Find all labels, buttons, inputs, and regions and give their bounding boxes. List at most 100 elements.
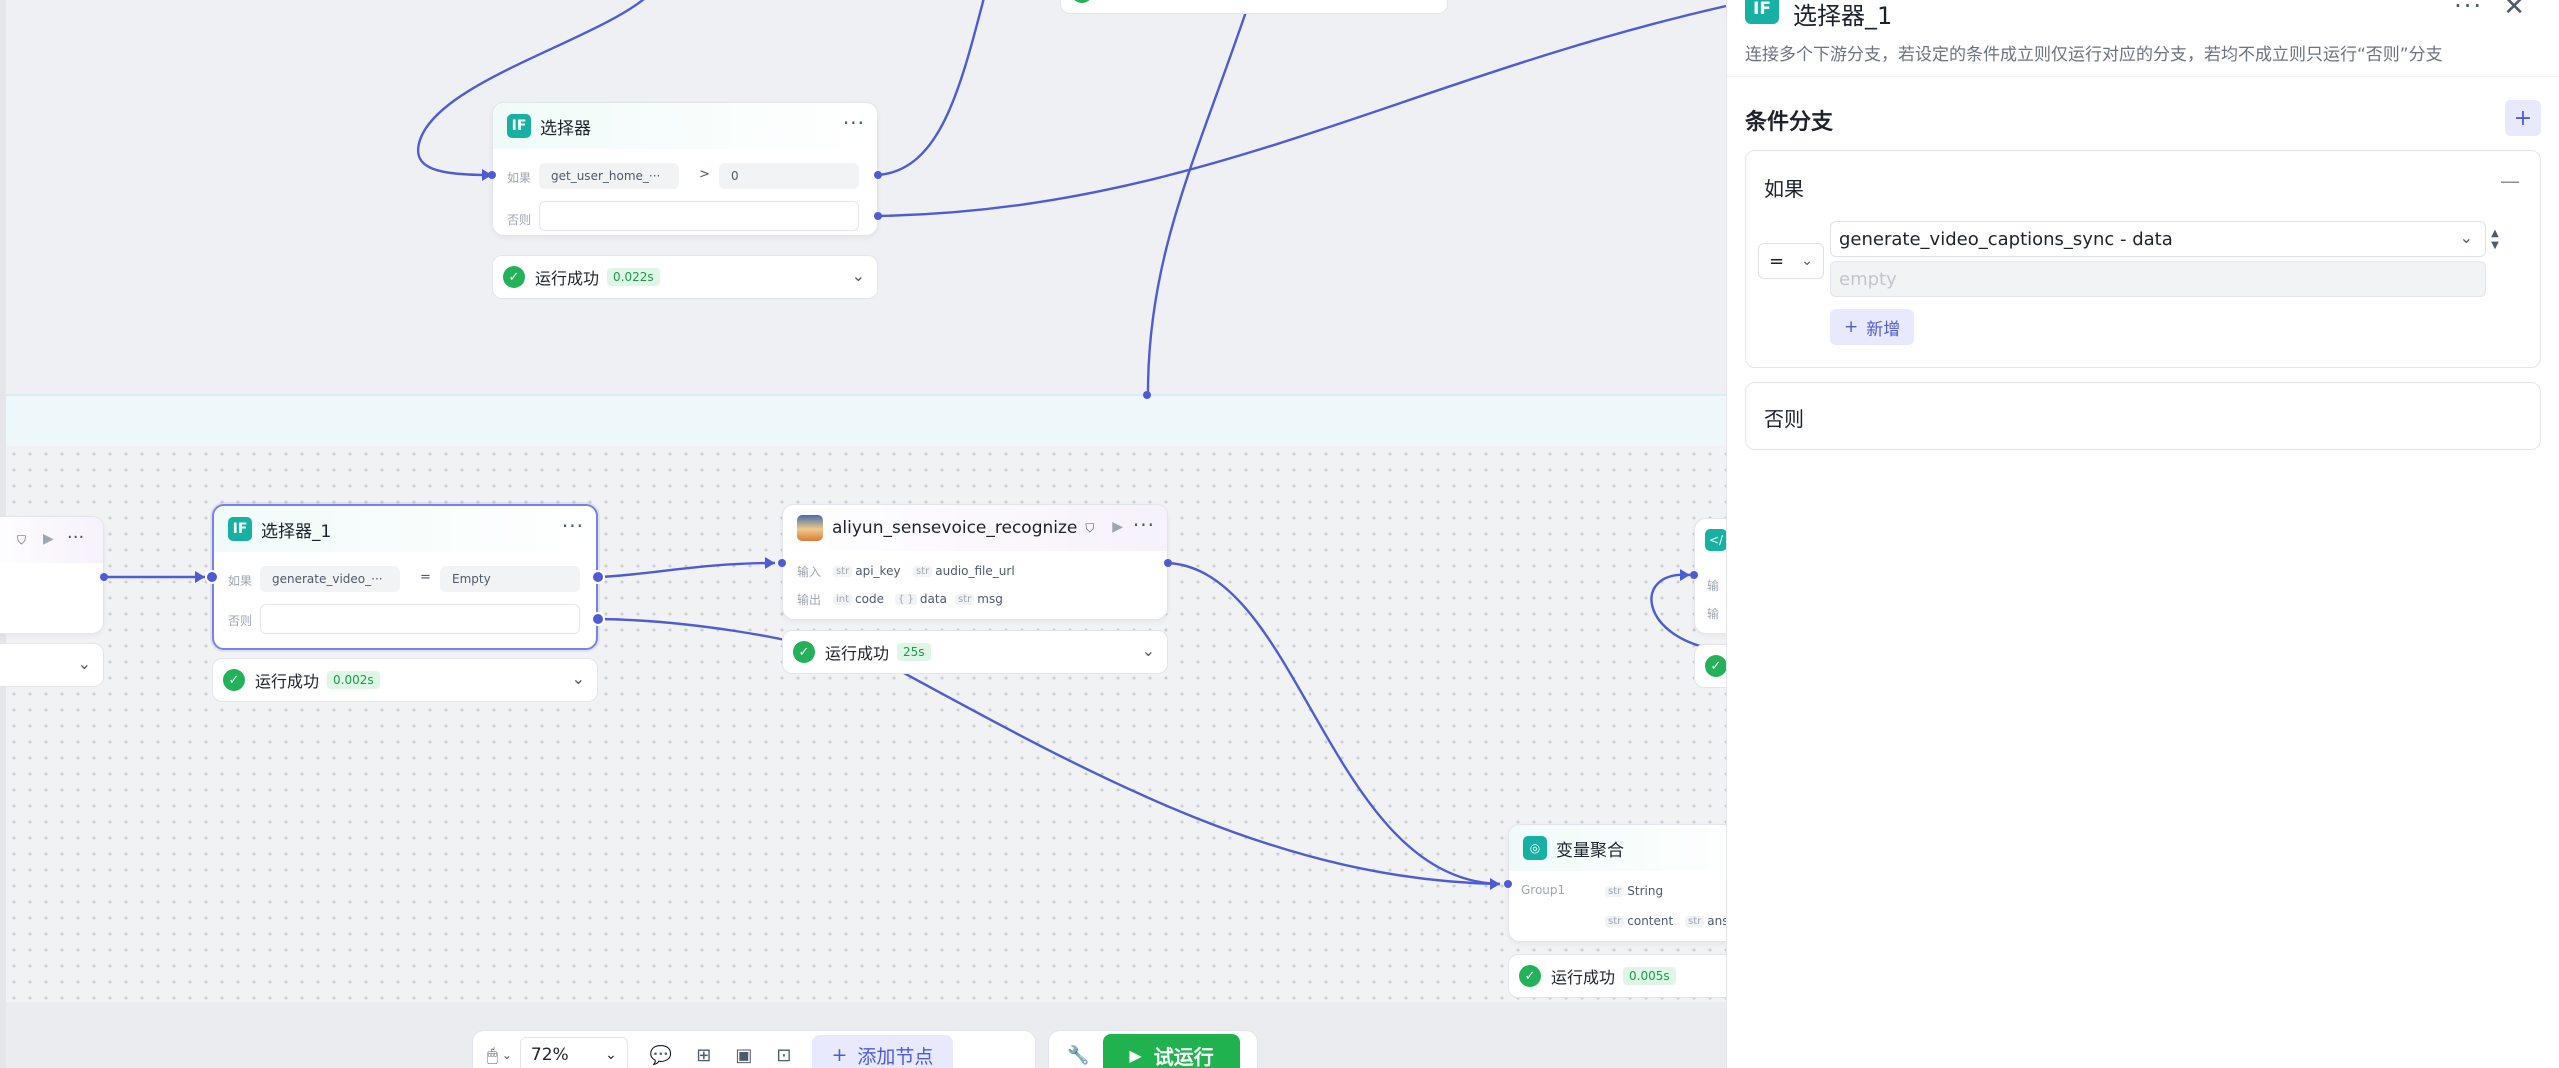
- check-circle-icon: ✓: [503, 266, 525, 288]
- operator-select[interactable]: = ⌄: [1758, 243, 1824, 279]
- condition-operator: =: [420, 570, 431, 585]
- edge-top-else-out: [877, 4, 1726, 218]
- play-icon[interactable]: ▶: [43, 531, 54, 547]
- minimap-icon[interactable]: ⊡: [776, 1045, 791, 1066]
- plus-icon: +: [1844, 317, 1859, 337]
- minus-icon[interactable]: —: [2500, 169, 2520, 193]
- run-status-bar[interactable]: ✓ 运行成功 0.022s ⌄: [492, 255, 878, 299]
- canvas-toolbar: 🖱 ⌄ 72% ⌄ 💬 ⊞ ▣ ⊡ + 添加节点: [472, 1030, 1036, 1068]
- play-icon[interactable]: ▶: [1112, 519, 1123, 535]
- node-header: aliyun_sensevoice_recognize ⛉: [783, 505, 1167, 551]
- zoom-select[interactable]: 72% ⌄: [519, 1037, 628, 1068]
- test-run-button[interactable]: ▶ 试运行: [1103, 1034, 1240, 1068]
- condition-value: 0: [719, 163, 859, 189]
- input-label: 输: [1707, 579, 1720, 593]
- aggregate-var: str String: [1605, 881, 1663, 901]
- more-icon[interactable]: ···: [67, 527, 84, 548]
- input-param: str audio_file_url: [913, 561, 1015, 581]
- node-title: aliyun_sensevoice_recognize: [832, 518, 1078, 538]
- if-icon: IF: [507, 114, 531, 138]
- selector-node[interactable]: IF 选择器 ··· 如果 get_user_home_··· > 0 否则: [492, 102, 878, 236]
- else-output-handle[interactable]: [591, 612, 605, 626]
- duration-badge: 0.022s: [607, 268, 660, 286]
- chevron-down-icon: ⌄: [1801, 253, 1813, 269]
- output-label: 输出: [797, 593, 822, 607]
- duration-badge: 0.002s: [327, 671, 380, 689]
- top-partial-status[interactable]: ✓: [1060, 0, 1448, 14]
- chevron-down-icon[interactable]: ⌄: [852, 266, 865, 285]
- loop-container-header: [6, 394, 1726, 446]
- aliyun-plugin-node[interactable]: aliyun_sensevoice_recognize ⛉ ▶ ··· 输入 s…: [782, 504, 1168, 620]
- add-condition-label: 新增: [1866, 319, 1901, 340]
- else-output-handle[interactable]: [874, 212, 882, 220]
- node-title: 选择器: [540, 118, 591, 139]
- variable-aggregate-node[interactable]: ◎ 变量聚合 Group1 str String str content str an…: [1508, 824, 1726, 942]
- more-icon[interactable]: ···: [1133, 513, 1155, 537]
- chevron-down-icon[interactable]: ⌄: [1142, 641, 1155, 660]
- variable-select[interactable]: generate_video_captions_sync - data ⌄ ▲ ▼: [1830, 221, 2499, 257]
- stepper-icon[interactable]: ▲ ▼: [2485, 222, 2505, 258]
- chevron-down-icon[interactable]: ⌄: [78, 654, 91, 673]
- output-handle[interactable]: [100, 573, 108, 581]
- node-settings-panel: IF 选择器_1 ··· ✕ 连接多个下游分支，若设定的条件成立则仅运行对应的分…: [1726, 0, 2559, 1068]
- more-icon[interactable]: ···: [2454, 0, 2483, 20]
- test-run-label: 试运行: [1153, 1044, 1214, 1068]
- if-branch-title: 如果: [1764, 177, 1804, 201]
- input-handle[interactable]: [488, 171, 496, 179]
- run-status-bar[interactable]: ✓ 运行成功 0.002s ⌄: [212, 658, 598, 702]
- zoom-value: 72%: [530, 1045, 569, 1065]
- chevron-down-icon: ⌄: [605, 1047, 617, 1063]
- condition-value: Empty: [440, 566, 580, 592]
- comment-icon[interactable]: 💬: [650, 1045, 672, 1066]
- plugin-image-icon: [797, 515, 823, 541]
- status-text: 运行成功: [825, 644, 890, 663]
- condition-value-input[interactable]: empty: [1830, 261, 2486, 297]
- input-handle[interactable]: [1690, 571, 1698, 579]
- output-param: str msg: [955, 589, 1003, 609]
- input-handle[interactable]: [205, 570, 219, 584]
- if-output-handle[interactable]: [591, 570, 605, 584]
- loop-entry-handle[interactable]: [1143, 391, 1151, 399]
- edge-loop-in: [1146, 0, 1252, 393]
- right-partial-status[interactable]: ✓: [1694, 644, 1726, 688]
- run-status-bar[interactable]: ✓ 运行成功 25s ⌄: [782, 630, 1168, 674]
- close-icon[interactable]: ✕: [2503, 0, 2525, 22]
- duration-badge: 25s: [897, 643, 931, 661]
- else-branch-title: 否则: [1764, 407, 1804, 431]
- check-circle-icon: ✓: [223, 669, 245, 691]
- panel-description: 连接多个下游分支，若设定的条件成立则仅运行对应的分支，若均不成立则只运行“否则”…: [1745, 45, 2443, 65]
- add-branch-button[interactable]: +: [2505, 100, 2541, 136]
- input-handle[interactable]: [1504, 880, 1512, 888]
- left-partial-node[interactable]: ⛉ ▶ ···: [0, 516, 104, 634]
- mouse-icon[interactable]: 🖱: [487, 1045, 498, 1066]
- right-partial-node[interactable]: </ 输 输: [1694, 518, 1726, 634]
- run-status-bar[interactable]: ✓ 运行成功 0.005s: [1508, 954, 1726, 998]
- wrench-icon[interactable]: 🔧: [1067, 1045, 1089, 1066]
- output-handle[interactable]: [1164, 559, 1172, 567]
- add-condition-button[interactable]: + 新增: [1830, 309, 1915, 345]
- panel-title[interactable]: 选择器_1: [1793, 0, 1892, 31]
- check-circle-icon: ✓: [793, 641, 815, 663]
- duration-badge: 0.005s: [1623, 967, 1676, 985]
- if-output-handle[interactable]: [874, 171, 882, 179]
- node-header: IF 选择器_1: [214, 506, 596, 552]
- more-icon[interactable]: ···: [562, 514, 584, 538]
- left-partial-status[interactable]: ⌄: [0, 643, 104, 687]
- chevron-down-icon[interactable]: ⌄: [502, 1048, 512, 1062]
- code-icon: </: [1705, 529, 1726, 551]
- image-icon[interactable]: ▣: [735, 1045, 752, 1066]
- condition-operator: >: [699, 167, 710, 182]
- if-icon: IF: [1745, 0, 1779, 24]
- node-title: 选择器_1: [261, 521, 332, 542]
- workflow-canvas[interactable]: ✓ IF 选择器 ··· 如果 get_user_home_··· > 0 否则…: [0, 0, 1726, 1068]
- chevron-down-icon[interactable]: ⌄: [572, 669, 585, 688]
- selector-1-node[interactable]: IF 选择器_1 ··· 如果 generate_video_··· = Emp…: [212, 504, 598, 650]
- aggregate-var: str ans: [1685, 911, 1726, 931]
- edge-top-if-out: [877, 0, 985, 177]
- else-label: 否则: [507, 213, 532, 227]
- add-node-button[interactable]: + 添加节点: [811, 1035, 954, 1068]
- node-header: IF 选择器: [493, 103, 877, 149]
- input-handle[interactable]: [778, 559, 786, 567]
- more-icon[interactable]: ···: [843, 111, 865, 135]
- layout-grid-icon[interactable]: ⊞: [696, 1045, 711, 1066]
